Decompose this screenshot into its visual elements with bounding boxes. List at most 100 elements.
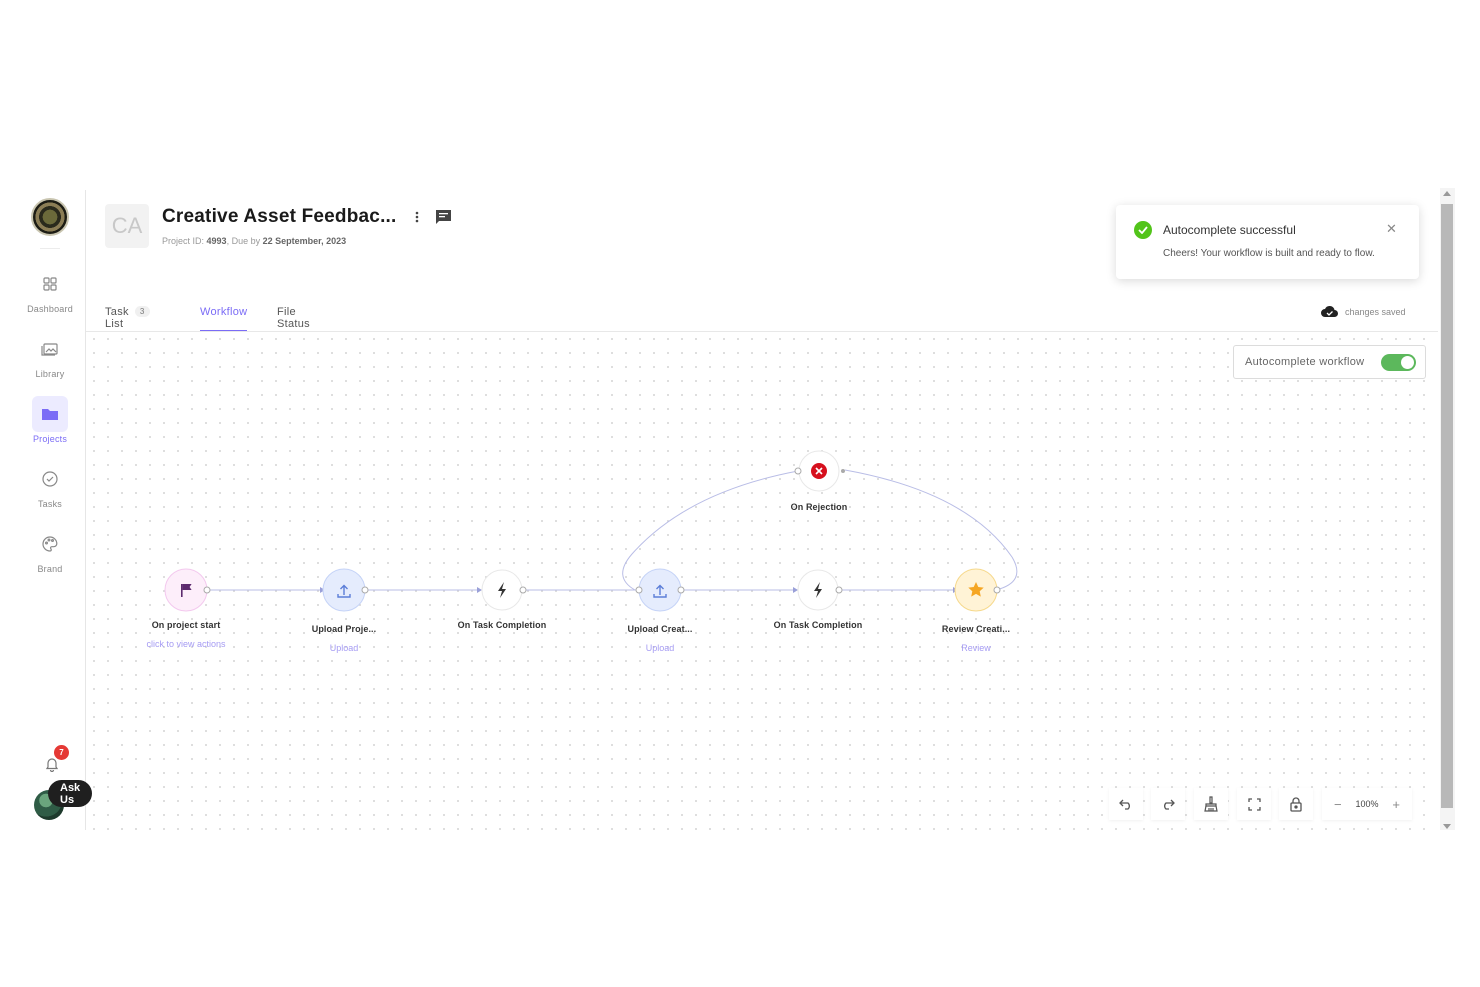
node-handle xyxy=(203,586,211,594)
node-label: On Task Completion xyxy=(457,620,547,630)
lock-button[interactable] xyxy=(1279,788,1313,820)
undo-icon xyxy=(1119,799,1130,810)
more-options-button[interactable] xyxy=(410,208,424,226)
redo-button[interactable] xyxy=(1151,788,1185,820)
comments-button[interactable] xyxy=(433,207,453,227)
tab-label: File Status xyxy=(277,306,310,330)
sidebar-item-label: Brand xyxy=(37,564,63,574)
close-icon[interactable]: ✕ xyxy=(1386,221,1397,237)
toast-title: Autocomplete successful xyxy=(1163,223,1296,237)
tab-task-list[interactable]: Task List 3 xyxy=(105,298,150,332)
node-sublabel[interactable]: click to view actions xyxy=(121,639,251,649)
node-handle xyxy=(835,586,843,594)
due-label: , Due by xyxy=(226,236,261,246)
project-id-label: Project ID: xyxy=(162,236,205,246)
undo-button[interactable] xyxy=(1109,788,1143,820)
workflow-node-upload-project[interactable] xyxy=(322,568,369,612)
top-whitespace xyxy=(0,0,1480,148)
save-status: changes saved xyxy=(1320,305,1406,318)
sidebar-item-label: Projects xyxy=(32,434,68,444)
workflow-node-review-creative[interactable] xyxy=(954,568,1001,612)
scroll-down-arrow[interactable] xyxy=(1443,824,1451,829)
kebab-icon xyxy=(415,211,419,223)
workflow-node-task-completion-1[interactable] xyxy=(481,569,527,611)
save-status-text: changes saved xyxy=(1345,306,1406,317)
edge-arrow xyxy=(793,587,798,593)
node-sublabel: Upload xyxy=(645,643,675,653)
node-handle xyxy=(794,467,802,475)
workflow-node-project-start[interactable] xyxy=(164,568,211,612)
brand-logo[interactable] xyxy=(31,198,69,236)
folder-icon xyxy=(32,396,68,432)
sidebar-item-projects[interactable]: Projects xyxy=(24,396,76,448)
dashboard-icon xyxy=(32,266,68,302)
node-handle xyxy=(993,586,1001,594)
node-handle xyxy=(519,586,527,594)
toast-notification: Autocomplete successful Cheers! Your wor… xyxy=(1116,205,1419,279)
zoom-out-button[interactable]: − xyxy=(1334,797,1342,812)
node-label: Review Creati... xyxy=(941,624,1011,634)
cloud-check-icon xyxy=(1321,305,1338,317)
sidebar-item-dashboard[interactable]: Dashboard xyxy=(24,266,76,318)
sidebar-item-library[interactable]: Library xyxy=(24,331,76,383)
project-meta: Project ID: 4993, Due by 22 September, 2… xyxy=(162,236,346,246)
node-handle xyxy=(677,586,685,594)
workflow-node-task-completion-2[interactable] xyxy=(797,569,843,611)
scroll-up-arrow[interactable] xyxy=(1443,191,1451,196)
lock-icon xyxy=(1290,796,1302,812)
tab-label: Workflow xyxy=(200,306,248,318)
sidebar-item-label: Tasks xyxy=(37,499,62,509)
scrollbar-thumb[interactable] xyxy=(1441,204,1453,808)
project-initials: CA xyxy=(105,204,149,248)
sidebar-item-tasks[interactable]: Tasks xyxy=(24,461,76,513)
check-circle-icon xyxy=(1134,221,1152,239)
autocomplete-label: Autocomplete workflow xyxy=(1245,356,1365,368)
node-sublabel: Upload xyxy=(329,643,359,653)
edge-arrow xyxy=(477,587,482,593)
sidebar-item-brand[interactable]: Brand xyxy=(24,526,76,578)
broom-icon xyxy=(1204,796,1218,812)
tab-file-status[interactable]: File Status xyxy=(277,298,310,332)
autocomplete-workflow-control: Autocomplete workflow xyxy=(1233,345,1426,379)
project-id: 4993 xyxy=(206,236,227,246)
sidebar-item-label: Library xyxy=(35,369,65,379)
clear-button[interactable] xyxy=(1194,788,1228,820)
node-handle xyxy=(361,586,369,594)
zoom-control: − 100% + xyxy=(1322,788,1412,820)
notification-badge: 7 xyxy=(54,745,69,760)
fullscreen-icon xyxy=(1247,797,1261,811)
sidebar-divider xyxy=(40,248,60,249)
edge-connector xyxy=(844,469,1018,591)
zoom-level: 100% xyxy=(1355,799,1379,809)
node-handle xyxy=(841,469,845,473)
check-circle-icon xyxy=(32,461,68,497)
workflow-node-upload-creative[interactable] xyxy=(635,568,685,612)
redo-icon xyxy=(1164,799,1175,810)
toggle-knob xyxy=(1401,356,1414,369)
sidebar: Dashboard Library Projects Tasks Brand 7… xyxy=(14,190,93,830)
fullscreen-button[interactable] xyxy=(1237,788,1271,820)
x-circle-icon xyxy=(811,463,827,479)
node-label: Upload Proje... xyxy=(311,624,377,634)
workflow-node-on-rejection[interactable] xyxy=(794,450,845,492)
chat-icon xyxy=(435,210,451,224)
node-sublabel: Review xyxy=(961,643,991,653)
library-icon xyxy=(32,331,68,367)
page-title: Creative Asset Feedbac... xyxy=(162,206,397,227)
sidebar-item-label: Dashboard xyxy=(27,304,73,314)
node-label: Upload Creat... xyxy=(627,624,693,634)
zoom-in-button[interactable]: + xyxy=(1392,797,1400,812)
tab-label: Task List xyxy=(105,306,129,330)
node-handle xyxy=(635,586,643,594)
palette-icon xyxy=(32,526,68,562)
node-label: On Rejection xyxy=(790,502,848,512)
tab-count-badge: 3 xyxy=(134,306,150,317)
toast-message: Cheers! Your workflow is built and ready… xyxy=(1163,248,1375,259)
due-date: 22 September, 2023 xyxy=(262,236,347,246)
node-label: On Task Completion xyxy=(773,620,863,630)
node-label: On project start xyxy=(151,620,221,630)
workflow-graph xyxy=(164,450,1018,612)
tab-workflow[interactable]: Workflow xyxy=(200,298,248,332)
autocomplete-toggle[interactable] xyxy=(1381,354,1416,371)
ask-us-button[interactable]: Ask Us xyxy=(48,780,93,807)
